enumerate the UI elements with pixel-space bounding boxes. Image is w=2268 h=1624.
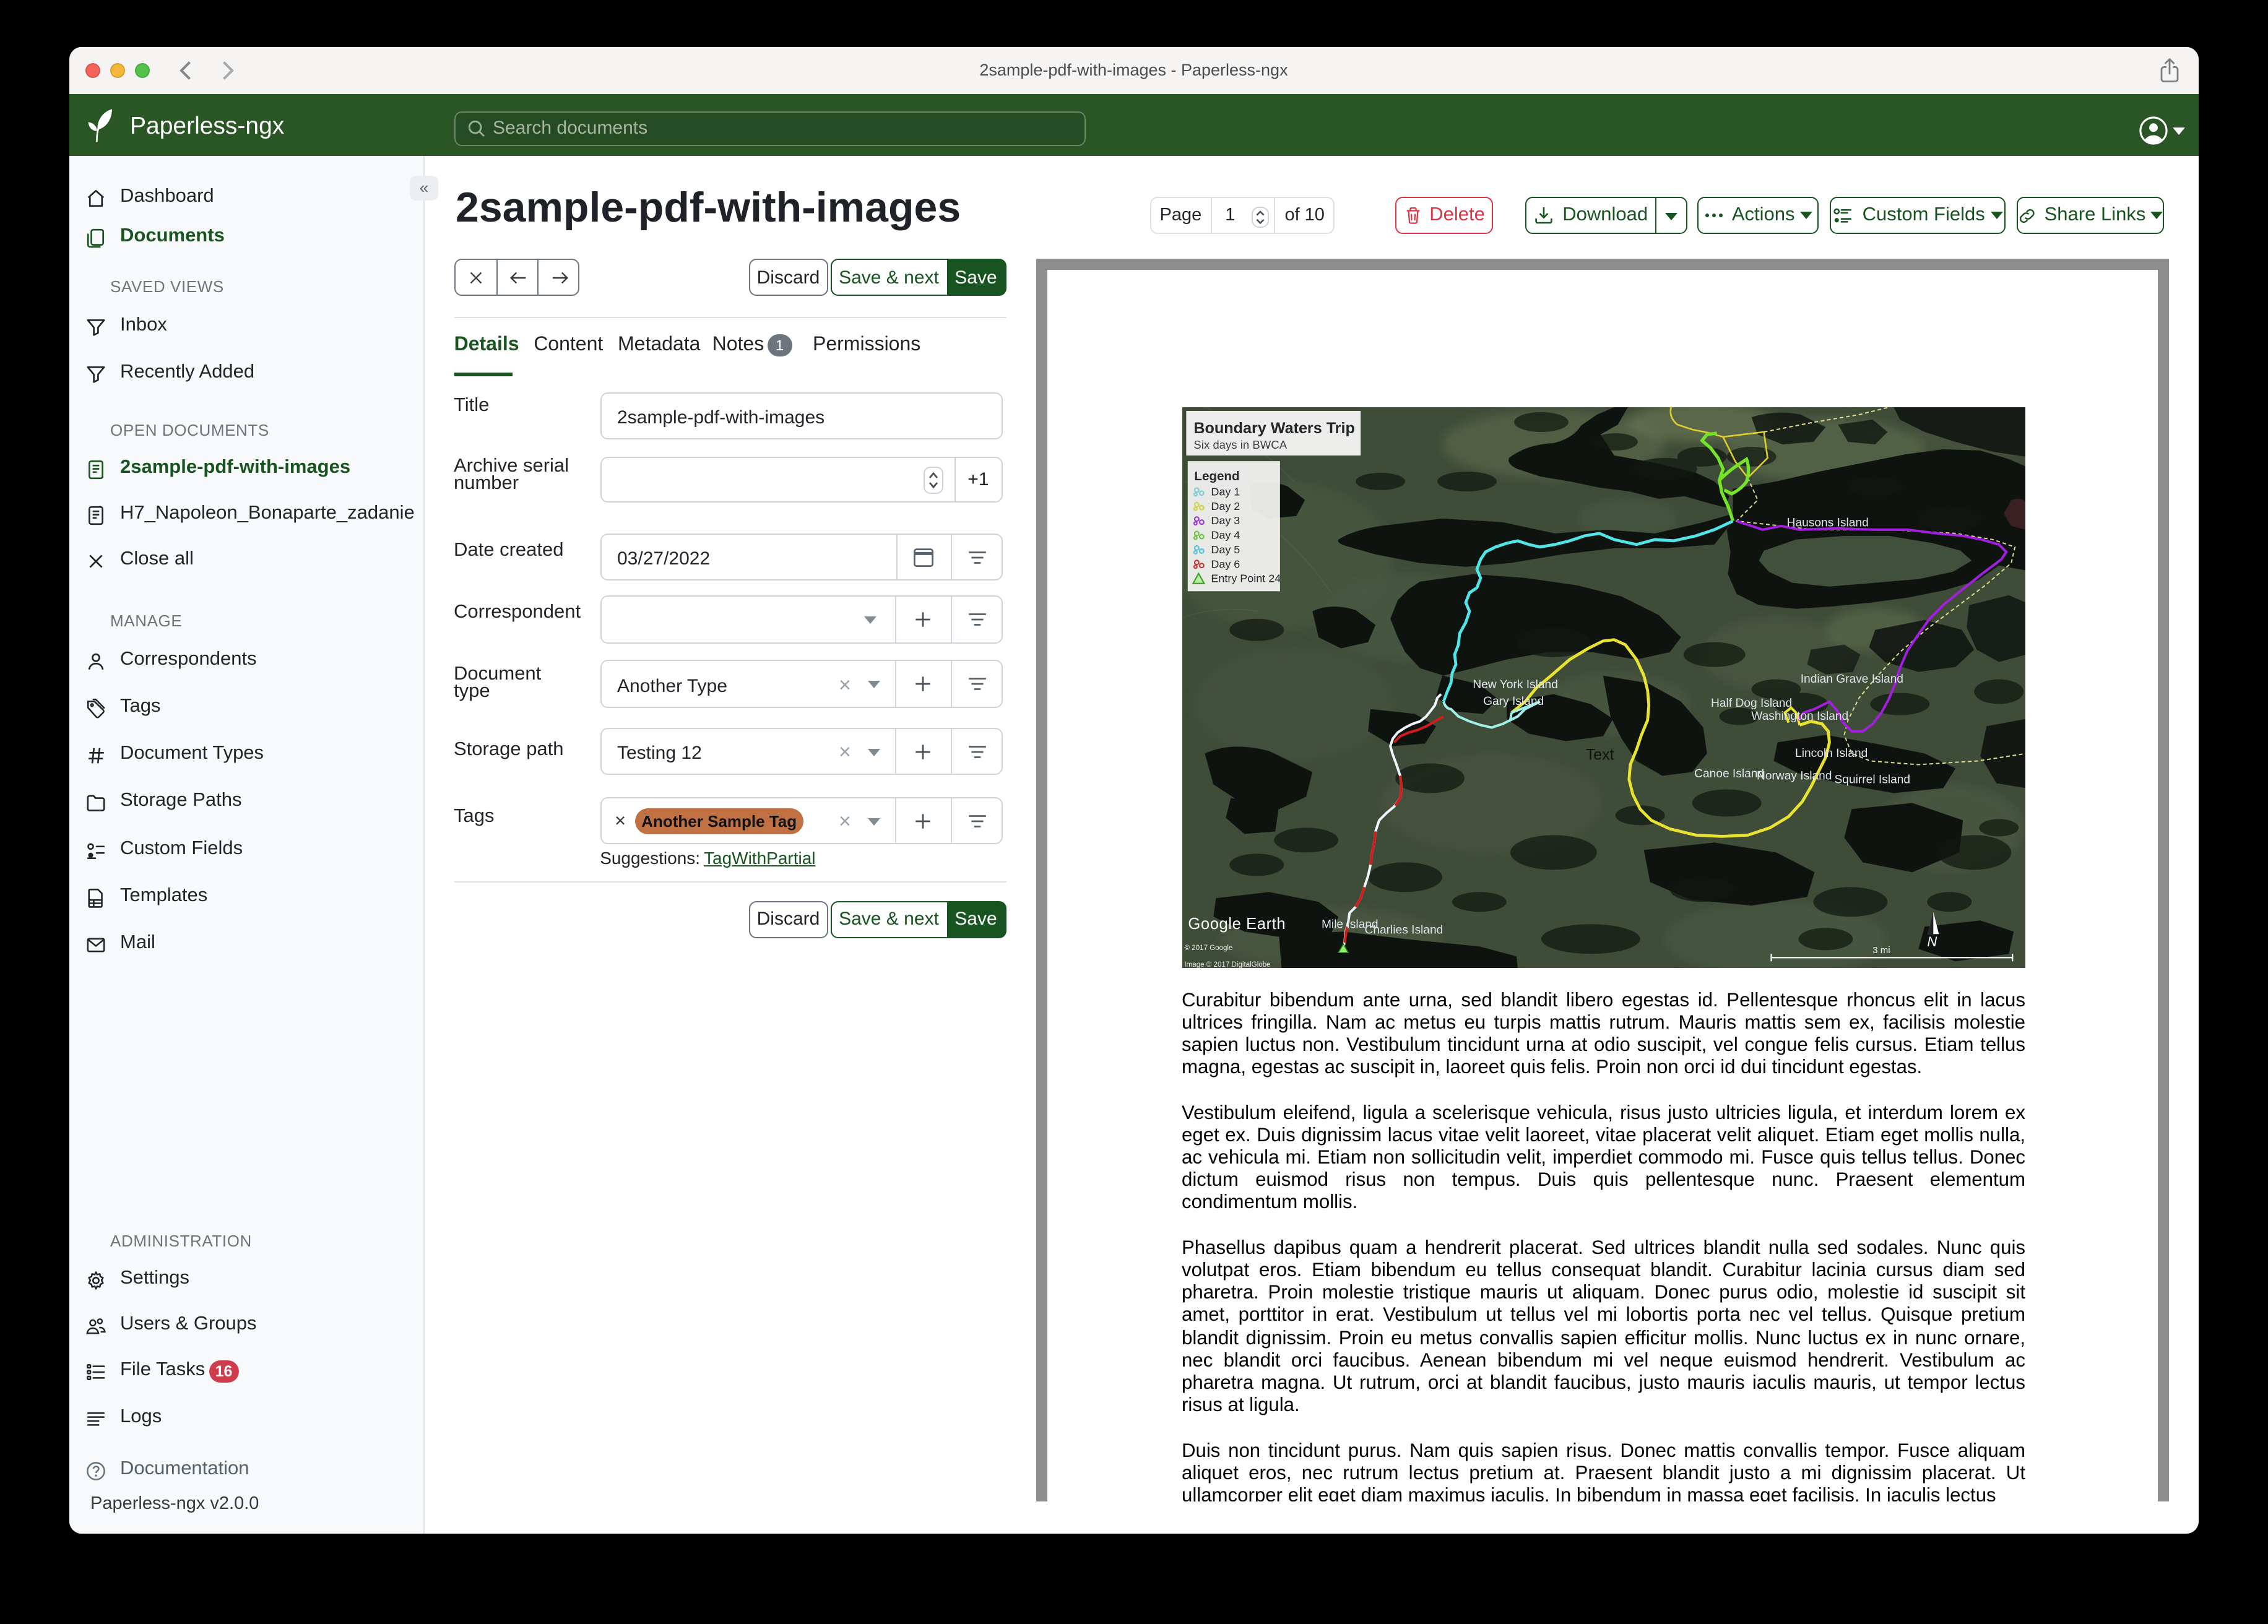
svg-text:Six days in BWCA: Six days in BWCA — [1193, 438, 1286, 451]
svg-text:Norway Island: Norway Island — [1756, 769, 1831, 782]
svg-text:Google Earth: Google Earth — [1187, 915, 1285, 933]
svg-text:Day 1: Day 1 — [1210, 485, 1239, 498]
svg-text:Canoe Island: Canoe Island — [1694, 767, 1764, 780]
svg-text:Day 4: Day 4 — [1210, 529, 1239, 541]
svg-text:3 mi: 3 mi — [1872, 945, 1889, 956]
svg-text:Gary Island: Gary Island — [1482, 695, 1543, 708]
svg-text:Legend: Legend — [1193, 469, 1239, 483]
svg-text:Text: Text — [1585, 746, 1614, 763]
svg-text:New York Island: New York Island — [1472, 678, 1557, 691]
svg-text:Entry Point 24: Entry Point 24 — [1210, 572, 1280, 585]
svg-text:Day 5: Day 5 — [1210, 543, 1239, 556]
svg-text:Boundary Waters Trip: Boundary Waters Trip — [1193, 420, 1354, 437]
svg-text:Hausons Island: Hausons Island — [1786, 516, 1868, 529]
svg-text:Day 3: Day 3 — [1210, 514, 1239, 527]
svg-text:Charlies Island: Charlies Island — [1364, 923, 1442, 936]
svg-text:© 2017 Google: © 2017 Google — [1184, 944, 1232, 952]
svg-text:N: N — [1926, 934, 1936, 949]
svg-text:Squirrel Island: Squirrel Island — [1834, 773, 1910, 786]
svg-text:Indian Grave Island: Indian Grave Island — [1800, 673, 1903, 686]
svg-text:Day 2: Day 2 — [1210, 500, 1239, 512]
svg-text:Lincoln Island: Lincoln Island — [1794, 747, 1867, 760]
svg-text:Washington Island: Washington Island — [1751, 710, 1848, 723]
svg-text:Image © 2017 DigitalGlobe: Image © 2017 DigitalGlobe — [1184, 961, 1270, 969]
svg-text:Half Dog Island: Half Dog Island — [1710, 697, 1791, 710]
svg-text:Day 6: Day 6 — [1210, 558, 1239, 570]
